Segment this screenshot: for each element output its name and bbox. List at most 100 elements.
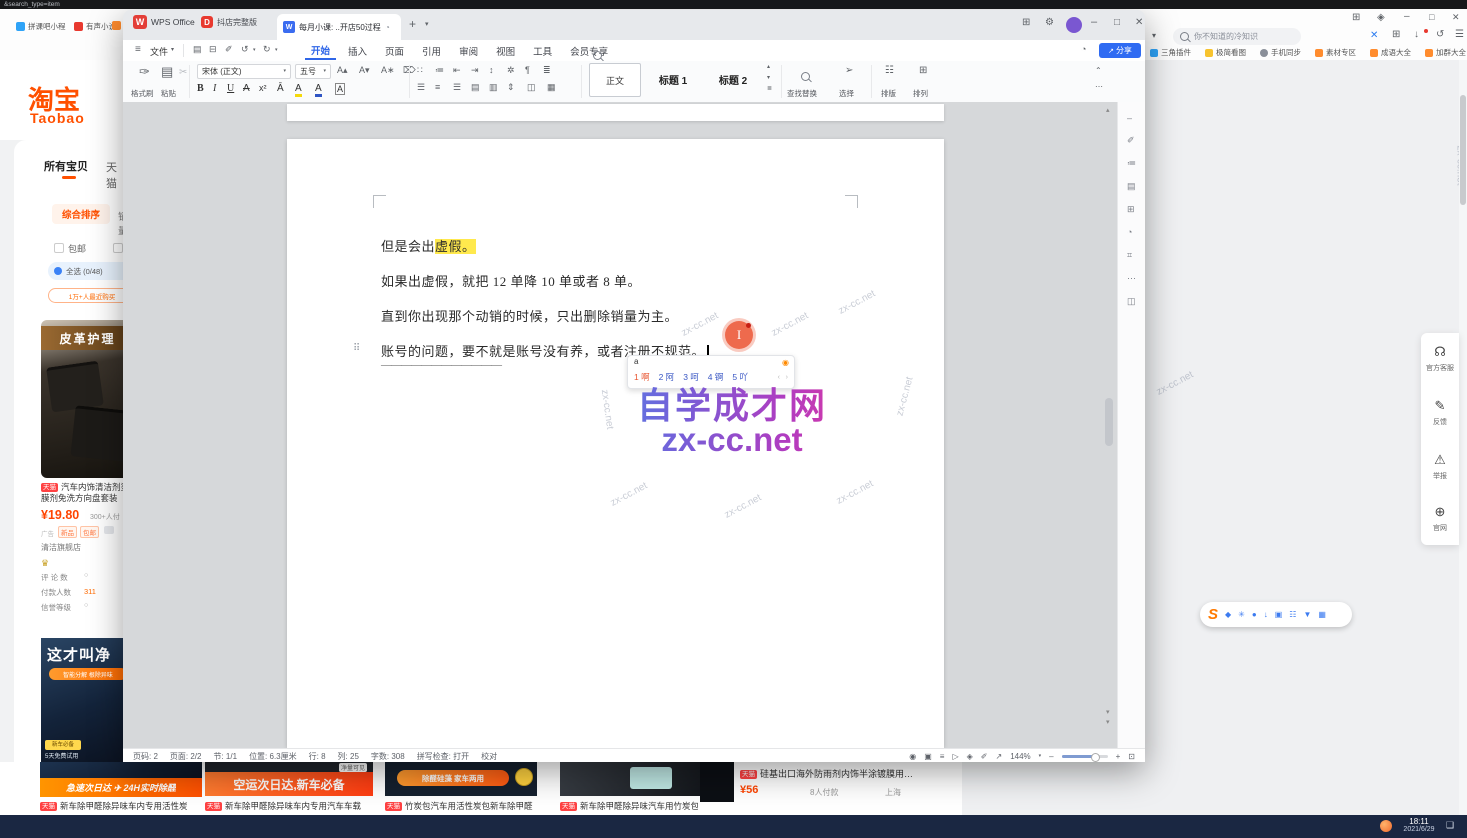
product-title[interactable]: 天猫新车除甲醛除异味车内专用汽车车载 [205, 800, 371, 812]
justify-icon[interactable] [471, 83, 480, 92]
paragraph-mark-icon[interactable] [525, 66, 530, 75]
thunder-icon[interactable] [1370, 30, 1378, 41]
paragraph-layout-icon[interactable] [543, 66, 551, 75]
scroll-up-icon[interactable] [1106, 106, 1110, 114]
tab-insert[interactable]: 插入 [342, 43, 373, 59]
paste-icon[interactable] [161, 65, 173, 78]
product-title[interactable]: 天猫汽车内饰清洁剂烫膜剂免洗方向盘套装 [41, 482, 123, 504]
window-close-icon[interactable] [1135, 18, 1143, 28]
history-tool-icon[interactable] [1127, 227, 1132, 237]
arrange-label[interactable]: 排列 [913, 88, 928, 99]
window-maximize-icon[interactable] [1114, 18, 1120, 28]
typeset-icon[interactable] [885, 66, 894, 76]
wps-home-button[interactable]: W WPS Office [133, 15, 195, 29]
browser-scrollbar[interactable] [1459, 60, 1467, 815]
tab-list-icon[interactable] [425, 21, 429, 28]
bullets-icon[interactable] [417, 66, 423, 75]
sort-icon[interactable] [489, 66, 494, 75]
pen-icon[interactable] [981, 752, 988, 761]
browser-search-box[interactable]: 你不知道的冷知识 [1173, 28, 1301, 45]
side-panel-item-website[interactable]: 官网 [1421, 503, 1459, 533]
more-tools-icon[interactable] [1127, 273, 1136, 284]
bold-icon[interactable]: B [197, 83, 204, 94]
print-icon[interactable] [209, 45, 217, 54]
text-effects-icon[interactable] [381, 66, 395, 75]
tool-icon-6[interactable] [1289, 610, 1296, 619]
symbol-icon[interactable] [507, 66, 515, 75]
history-icon[interactable] [1436, 30, 1444, 40]
next-page-icon[interactable] [1106, 718, 1110, 726]
strip-card-2-image[interactable]: 除醛硅藻 家车两用 [385, 762, 537, 796]
product-title[interactable]: 天猫新车除甲醛除异味汽车用竹炭包 [560, 800, 698, 812]
browser-tab-1[interactable]: 拼课吧小程 [16, 21, 66, 32]
align-right-icon[interactable] [453, 83, 461, 92]
panel-tool-icon[interactable] [1127, 296, 1136, 307]
tab-tools[interactable]: 工具 [527, 43, 558, 59]
styles-down-icon[interactable] [767, 75, 770, 81]
side-panel-item-service[interactable]: 官方客服 [1421, 343, 1459, 373]
tool-icon-8[interactable] [1318, 610, 1326, 619]
select-all-pill[interactable]: 全选 (0/48) [48, 262, 123, 280]
decrease-indent-icon[interactable] [453, 66, 461, 75]
browser-minimize-icon[interactable] [1404, 12, 1410, 22]
increase-indent-icon[interactable] [471, 66, 479, 75]
doc-paragraph-2[interactable]: 如果出虚假，就把 12 单降 10 单或者 8 单。 [381, 271, 911, 290]
wps-doc-tab-active[interactable]: W 每月小课: ..开店50过程 [277, 14, 401, 40]
extensions-grid-icon[interactable] [1392, 30, 1400, 40]
bookmark-item[interactable]: 加群大全 [1425, 47, 1466, 58]
scroll-down-icon[interactable] [1106, 708, 1110, 716]
style-body[interactable]: 正文 [589, 63, 641, 97]
ime-logo-icon[interactable] [782, 358, 789, 367]
zoom-in-icon[interactable] [1116, 752, 1121, 761]
font-color-icon[interactable]: A [315, 83, 322, 97]
styles-more-icon[interactable] [767, 86, 772, 92]
strikethrough-icon[interactable]: A [243, 83, 250, 94]
zoom-out-icon[interactable] [1049, 752, 1053, 761]
collapse-ribbon-icon[interactable] [1095, 67, 1102, 75]
save-icon[interactable] [193, 45, 202, 54]
tab-page[interactable]: 页面 [379, 43, 410, 59]
tab-review[interactable]: 审阅 [453, 43, 484, 59]
paste-label[interactable]: 粘贴 [161, 88, 176, 99]
tool-icon-3[interactable] [1252, 610, 1257, 619]
browser-tab-2[interactable]: 有声小说 [74, 21, 116, 32]
tool-icon-2[interactable] [1238, 610, 1245, 619]
browser-apps-icon[interactable] [1352, 13, 1360, 23]
strip-card-3-image[interactable] [560, 762, 700, 796]
align-center-icon[interactable] [435, 83, 440, 92]
doc-scrollbar-thumb[interactable] [1105, 398, 1113, 446]
underline-icon[interactable]: U [227, 83, 234, 94]
bookmark-item[interactable]: 素材专区 [1315, 47, 1356, 58]
outline-tool-icon[interactable] [1127, 158, 1136, 169]
cut-icon[interactable] [179, 67, 187, 78]
browser-shield-icon[interactable] [1377, 13, 1385, 23]
filter-checkbox-2[interactable] [113, 243, 123, 253]
style-heading2[interactable]: 标题 2 [705, 63, 761, 95]
product-title[interactable]: 天猫竹炭包汽车用活性炭包新车除甲醛 [385, 800, 535, 812]
select-label[interactable]: 选择 [839, 88, 854, 99]
font-name-select[interactable]: 宋体 (正文) [197, 64, 291, 79]
workspace-grid-icon[interactable] [1022, 18, 1030, 28]
bookmark-item[interactable]: 三角插件 [1150, 47, 1191, 58]
tool-icon-1[interactable] [1225, 610, 1231, 619]
notifications-icon[interactable] [1446, 820, 1454, 831]
wps-doc-tab-1[interactable]: D 抖店完整版 [201, 16, 257, 28]
borders-icon[interactable] [547, 83, 556, 92]
page-view-icon[interactable] [924, 752, 932, 761]
product-image-leather[interactable]: 皮革护理 [41, 320, 123, 478]
status-spellcheck[interactable]: 拼写检查: 打开 [417, 751, 469, 762]
zoom-slider-knob[interactable] [1091, 753, 1100, 762]
tab-tmall[interactable]: 天猫 [106, 159, 123, 191]
highlight-color-icon[interactable]: A [295, 83, 302, 97]
tab-all-items[interactable]: 所有宝贝 [44, 158, 88, 174]
side-panel-item-report[interactable]: 举报 [1421, 451, 1459, 481]
tab-home[interactable]: 开始 [305, 42, 336, 60]
product-title[interactable]: 天猫新车除甲醛除异味车内专用活性炭 [40, 800, 200, 812]
fullscreen-icon[interactable] [1128, 752, 1135, 761]
increase-font-icon[interactable] [337, 66, 348, 75]
strip-card-1-image[interactable]: 空运次日达,新车必备 净量可见 [205, 762, 373, 796]
font-size-select[interactable]: 五号 [295, 64, 331, 79]
share-button[interactable]: 分享 [1099, 43, 1141, 58]
ribbon-more-icon[interactable] [1095, 83, 1103, 91]
grid-tool-icon[interactable] [1127, 250, 1132, 261]
